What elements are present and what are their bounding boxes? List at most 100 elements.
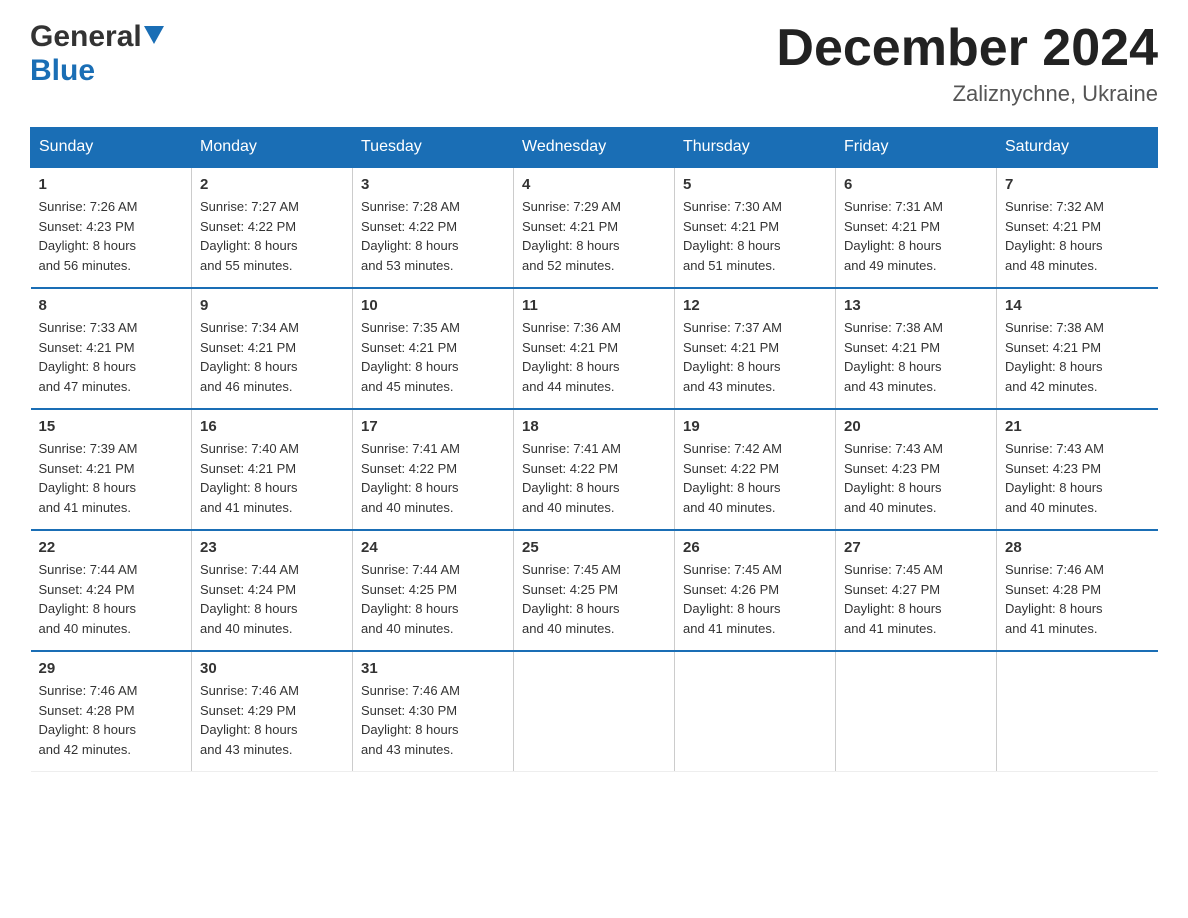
day-number: 8 [39, 297, 184, 314]
calendar-day-cell: 9 Sunrise: 7:34 AMSunset: 4:21 PMDaylight… [192, 288, 353, 409]
calendar-week-row: 8 Sunrise: 7:33 AMSunset: 4:21 PMDaylight… [31, 288, 1158, 409]
calendar-day-cell: 17 Sunrise: 7:41 AMSunset: 4:22 PMDayligh… [353, 409, 514, 530]
day-number: 2 [200, 176, 344, 193]
day-number: 28 [1005, 539, 1150, 556]
calendar-day-cell: 15Sunrise: 7:39 AMSunset: 4:21 PMDayligh… [31, 409, 192, 530]
day-number: 6 [844, 176, 988, 193]
calendar-day-cell: 25 Sunrise: 7:45 AMSunset: 4:25 PMDayligh… [514, 530, 675, 651]
day-info: Sunrise: 7:46 AMSunset: 4:28 PMDaylight:… [1005, 560, 1150, 638]
logo-general-text: General [30, 20, 142, 54]
day-info: Sunrise: 7:28 AMSunset: 4:22 PMDaylight:… [361, 197, 505, 275]
day-info: Sunrise: 7:41 AMSunset: 4:22 PMDaylight:… [522, 439, 666, 517]
day-info: Sunrise: 7:37 AMSunset: 4:21 PMDaylight:… [683, 318, 827, 396]
day-info: Sunrise: 7:46 AMSunset: 4:30 PMDaylight:… [361, 681, 505, 759]
calendar-day-cell: 23 Sunrise: 7:44 AMSunset: 4:24 PMDayligh… [192, 530, 353, 651]
day-info: Sunrise: 7:27 AMSunset: 4:22 PMDaylight:… [200, 197, 344, 275]
calendar-day-cell: 22Sunrise: 7:44 AMSunset: 4:24 PMDayligh… [31, 530, 192, 651]
day-number: 4 [522, 176, 666, 193]
day-info: Sunrise: 7:29 AMSunset: 4:21 PMDaylight:… [522, 197, 666, 275]
calendar-day-cell: 4 Sunrise: 7:29 AMSunset: 4:21 PMDaylight… [514, 167, 675, 288]
calendar-day-cell [514, 651, 675, 772]
day-info: Sunrise: 7:30 AMSunset: 4:21 PMDaylight:… [683, 197, 827, 275]
day-of-week-header: Friday [836, 128, 997, 168]
day-info: Sunrise: 7:41 AMSunset: 4:22 PMDaylight:… [361, 439, 505, 517]
day-number: 14 [1005, 297, 1150, 314]
calendar-day-cell: 3 Sunrise: 7:28 AMSunset: 4:22 PMDaylight… [353, 167, 514, 288]
calendar-day-cell: 2 Sunrise: 7:27 AMSunset: 4:22 PMDaylight… [192, 167, 353, 288]
day-info: Sunrise: 7:36 AMSunset: 4:21 PMDaylight:… [522, 318, 666, 396]
day-number: 25 [522, 539, 666, 556]
day-number: 3 [361, 176, 505, 193]
calendar-week-row: 1 Sunrise: 7:26 AMSunset: 4:23 PMDaylight… [31, 167, 1158, 288]
day-of-week-header: Thursday [675, 128, 836, 168]
day-number: 31 [361, 660, 505, 677]
day-info: Sunrise: 7:44 AMSunset: 4:24 PMDaylight:… [200, 560, 344, 638]
day-info: Sunrise: 7:40 AMSunset: 4:21 PMDaylight:… [200, 439, 344, 517]
calendar-day-cell: 21 Sunrise: 7:43 AMSunset: 4:23 PMDayligh… [997, 409, 1158, 530]
logo-line1: General [30, 20, 164, 54]
calendar-day-cell: 7Sunrise: 7:32 AMSunset: 4:21 PMDaylight… [997, 167, 1158, 288]
calendar-day-cell [675, 651, 836, 772]
calendar-week-row: 29Sunrise: 7:46 AMSunset: 4:28 PMDayligh… [31, 651, 1158, 772]
day-number: 9 [200, 297, 344, 314]
day-number: 24 [361, 539, 505, 556]
day-number: 12 [683, 297, 827, 314]
day-number: 13 [844, 297, 988, 314]
calendar-week-row: 15Sunrise: 7:39 AMSunset: 4:21 PMDayligh… [31, 409, 1158, 530]
day-number: 10 [361, 297, 505, 314]
calendar-day-cell: 5 Sunrise: 7:30 AMSunset: 4:21 PMDaylight… [675, 167, 836, 288]
day-info: Sunrise: 7:46 AMSunset: 4:28 PMDaylight:… [39, 681, 184, 759]
day-info: Sunrise: 7:33 AMSunset: 4:21 PMDaylight:… [39, 318, 184, 396]
day-of-week-header: Tuesday [353, 128, 514, 168]
day-of-week-header: Monday [192, 128, 353, 168]
day-info: Sunrise: 7:31 AMSunset: 4:21 PMDaylight:… [844, 197, 988, 275]
day-info: Sunrise: 7:32 AMSunset: 4:21 PMDaylight:… [1005, 197, 1150, 275]
day-of-week-header: Wednesday [514, 128, 675, 168]
calendar-table: SundayMondayTuesdayWednesdayThursdayFrid… [30, 127, 1158, 772]
calendar-day-cell: 28 Sunrise: 7:46 AMSunset: 4:28 PMDayligh… [997, 530, 1158, 651]
calendar-day-cell: 24Sunrise: 7:44 AMSunset: 4:25 PMDayligh… [353, 530, 514, 651]
day-info: Sunrise: 7:45 AMSunset: 4:26 PMDaylight:… [683, 560, 827, 638]
calendar-day-cell: 18 Sunrise: 7:41 AMSunset: 4:22 PMDayligh… [514, 409, 675, 530]
calendar-day-cell: 30Sunrise: 7:46 AMSunset: 4:29 PMDayligh… [192, 651, 353, 772]
calendar-day-cell: 19Sunrise: 7:42 AMSunset: 4:22 PMDayligh… [675, 409, 836, 530]
day-info: Sunrise: 7:43 AMSunset: 4:23 PMDaylight:… [1005, 439, 1150, 517]
day-of-week-header: Saturday [997, 128, 1158, 168]
calendar-day-cell: 6 Sunrise: 7:31 AMSunset: 4:21 PMDaylight… [836, 167, 997, 288]
month-title: December 2024 [776, 20, 1158, 77]
day-info: Sunrise: 7:34 AMSunset: 4:21 PMDaylight:… [200, 318, 344, 396]
calendar-day-cell: 10 Sunrise: 7:35 AMSunset: 4:21 PMDayligh… [353, 288, 514, 409]
day-number: 16 [200, 418, 344, 435]
location: Zaliznychne, Ukraine [776, 81, 1158, 107]
day-info: Sunrise: 7:43 AMSunset: 4:23 PMDaylight:… [844, 439, 988, 517]
calendar-header-row: SundayMondayTuesdayWednesdayThursdayFrid… [31, 128, 1158, 168]
calendar-day-cell: 26Sunrise: 7:45 AMSunset: 4:26 PMDayligh… [675, 530, 836, 651]
day-of-week-header: Sunday [31, 128, 192, 168]
calendar-day-cell: 8 Sunrise: 7:33 AMSunset: 4:21 PMDaylight… [31, 288, 192, 409]
title-section: December 2024 Zaliznychne, Ukraine [776, 20, 1158, 107]
day-number: 30 [200, 660, 344, 677]
day-number: 20 [844, 418, 988, 435]
day-number: 11 [522, 297, 666, 314]
logo: General Blue [30, 20, 164, 88]
logo-arrow-icon [144, 26, 164, 49]
day-number: 17 [361, 418, 505, 435]
day-number: 21 [1005, 418, 1150, 435]
calendar-day-cell: 12 Sunrise: 7:37 AMSunset: 4:21 PMDayligh… [675, 288, 836, 409]
day-number: 18 [522, 418, 666, 435]
calendar-day-cell: 1 Sunrise: 7:26 AMSunset: 4:23 PMDaylight… [31, 167, 192, 288]
day-number: 1 [39, 176, 184, 193]
day-number: 5 [683, 176, 827, 193]
day-info: Sunrise: 7:44 AMSunset: 4:24 PMDaylight:… [39, 560, 184, 638]
day-number: 23 [200, 539, 344, 556]
page-header: General Blue December 2024 Zaliznychne, … [30, 20, 1158, 107]
calendar-day-cell: 13 Sunrise: 7:38 AMSunset: 4:21 PMDayligh… [836, 288, 997, 409]
day-number: 27 [844, 539, 988, 556]
calendar-day-cell: 20 Sunrise: 7:43 AMSunset: 4:23 PMDayligh… [836, 409, 997, 530]
calendar-day-cell: 31 Sunrise: 7:46 AMSunset: 4:30 PMDayligh… [353, 651, 514, 772]
day-info: Sunrise: 7:35 AMSunset: 4:21 PMDaylight:… [361, 318, 505, 396]
day-info: Sunrise: 7:39 AMSunset: 4:21 PMDaylight:… [39, 439, 184, 517]
day-info: Sunrise: 7:38 AMSunset: 4:21 PMDaylight:… [844, 318, 988, 396]
day-info: Sunrise: 7:26 AMSunset: 4:23 PMDaylight:… [39, 197, 184, 275]
day-info: Sunrise: 7:45 AMSunset: 4:25 PMDaylight:… [522, 560, 666, 638]
